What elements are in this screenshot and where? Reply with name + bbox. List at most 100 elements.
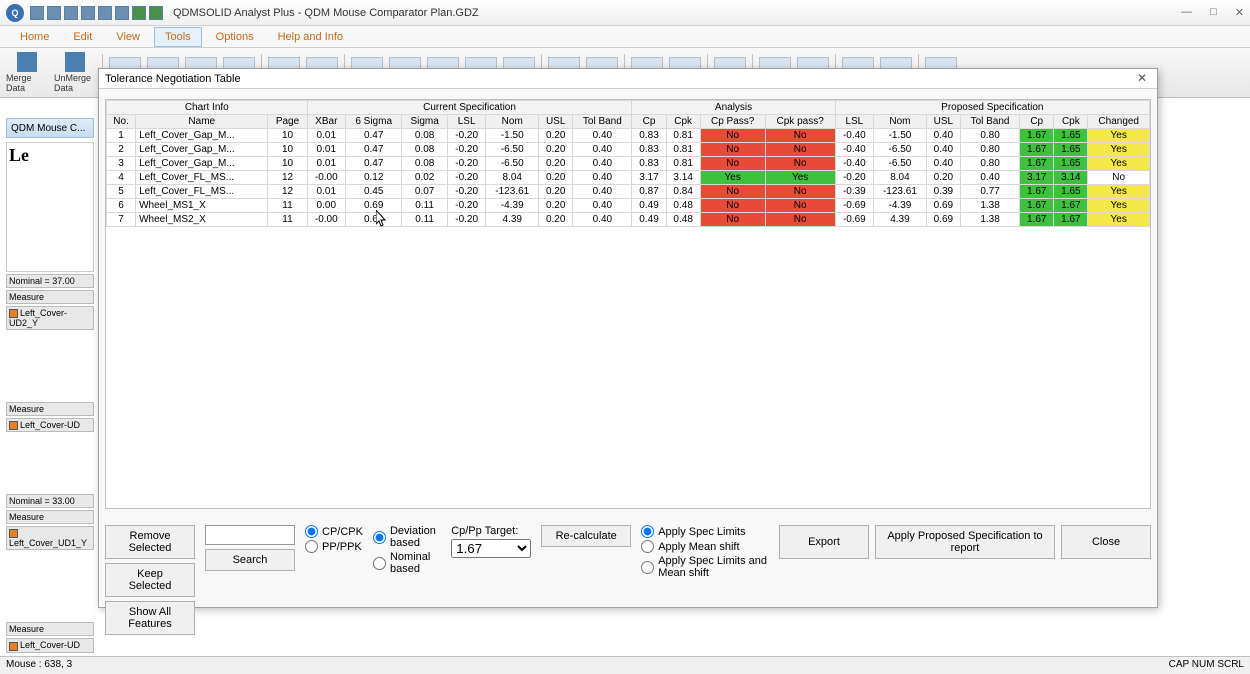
qat-back-icon[interactable] xyxy=(132,6,146,20)
qat-forward-icon[interactable] xyxy=(149,6,163,20)
column-header[interactable]: Name xyxy=(136,115,268,129)
feature-item[interactable]: Left_Cover-UD xyxy=(6,418,94,432)
column-header[interactable]: Page xyxy=(268,115,307,129)
table-row[interactable]: 4Left_Cover_FL_MS...12-0.000.120.02-0.20… xyxy=(107,171,1150,185)
close-icon[interactable]: ✕ xyxy=(1235,6,1244,19)
table-row[interactable]: 2Left_Cover_Gap_M...100.010.470.08-0.20-… xyxy=(107,143,1150,157)
qat-new-icon[interactable] xyxy=(30,6,44,20)
qat-icon[interactable] xyxy=(98,6,112,20)
table-cell: 0.40 xyxy=(960,171,1019,185)
column-header[interactable]: Cp xyxy=(1020,115,1054,129)
qat-icon[interactable] xyxy=(115,6,129,20)
table-cell: 0.20 xyxy=(539,129,573,143)
close-button[interactable]: Close xyxy=(1061,525,1151,559)
cp-target-select[interactable]: 1.67 xyxy=(451,539,531,558)
deviation-based-radio[interactable]: Deviation based xyxy=(373,525,441,549)
column-header[interactable]: Nom xyxy=(486,115,539,129)
menu-view[interactable]: View xyxy=(106,28,150,46)
column-header[interactable]: Nom xyxy=(874,115,927,129)
table-cell: -0.20 xyxy=(447,199,485,213)
feature-item[interactable]: Left_Cover_UD1_Y xyxy=(6,526,94,550)
qat-icon[interactable] xyxy=(81,6,95,20)
column-header[interactable]: Cp Pass? xyxy=(700,115,765,129)
table-cell: 0.40 xyxy=(926,143,960,157)
column-header[interactable]: Changed xyxy=(1088,115,1150,129)
table-cell: No xyxy=(1088,171,1150,185)
dialog-close-icon[interactable]: ✕ xyxy=(1133,71,1151,87)
feature-item[interactable]: Left_Cover-UD2_Y xyxy=(6,306,94,330)
export-button[interactable]: Export xyxy=(779,525,869,559)
column-header[interactable]: 6 Sigma xyxy=(346,115,402,129)
measure-label: Measure xyxy=(6,510,94,524)
column-header[interactable]: No. xyxy=(107,115,136,129)
table-cell: 0.40 xyxy=(573,129,632,143)
keep-selected-button[interactable]: Keep Selected xyxy=(105,563,195,597)
merge-data-button[interactable]: Merge Data xyxy=(6,52,48,94)
apply-mean-shift-radio[interactable]: Apply Mean shift xyxy=(641,540,769,553)
qat-save-icon[interactable] xyxy=(64,6,78,20)
minimize-icon[interactable]: — xyxy=(1181,6,1192,19)
column-header[interactable]: USL xyxy=(539,115,573,129)
apply-proposed-button[interactable]: Apply Proposed Specification to report xyxy=(875,525,1055,559)
show-all-features-button[interactable]: Show All Features xyxy=(105,601,195,635)
menu-edit[interactable]: Edit xyxy=(63,28,102,46)
table-row[interactable]: 6Wheel_MS1_X110.000.690.11-0.20-4.390.20… xyxy=(107,199,1150,213)
table-container[interactable]: Chart Info Current Specification Analysi… xyxy=(105,99,1151,509)
column-header[interactable]: USL xyxy=(926,115,960,129)
column-header[interactable]: Sigma xyxy=(402,115,448,129)
unmerge-data-button[interactable]: UnMerge Data xyxy=(54,52,96,94)
table-cell: 0.69 xyxy=(346,213,402,227)
menu-options[interactable]: Options xyxy=(206,28,264,46)
group-proposed-spec: Proposed Specification xyxy=(835,101,1149,115)
column-header[interactable]: XBar xyxy=(307,115,345,129)
table-cell: 3.14 xyxy=(1054,171,1088,185)
feature-item[interactable]: Left_Cover-UD xyxy=(6,638,94,652)
table-cell: Yes xyxy=(765,171,835,185)
table-row[interactable]: 5Left_Cover_FL_MS...120.010.450.07-0.20-… xyxy=(107,185,1150,199)
column-header[interactable]: Cp xyxy=(632,115,666,129)
column-header[interactable]: Tol Band xyxy=(960,115,1019,129)
maximize-icon[interactable]: □ xyxy=(1210,6,1217,19)
table-cell: 0.81 xyxy=(666,129,700,143)
table-cell: 0.00 xyxy=(307,199,345,213)
table-cell: -4.39 xyxy=(874,199,927,213)
column-header[interactable]: Cpk xyxy=(666,115,700,129)
qat-open-icon[interactable] xyxy=(47,6,61,20)
apply-spec-limits-radio[interactable]: Apply Spec Limits xyxy=(641,525,769,538)
search-input[interactable] xyxy=(205,525,295,545)
table-cell: No xyxy=(765,199,835,213)
nominal-based-radio[interactable]: Nominal based xyxy=(373,551,441,575)
column-header[interactable]: Tol Band xyxy=(573,115,632,129)
recalculate-button[interactable]: Re-calculate xyxy=(541,525,631,547)
menu-home[interactable]: Home xyxy=(10,28,59,46)
table-cell: 0.40 xyxy=(926,129,960,143)
table-cell: 0.40 xyxy=(573,213,632,227)
cpcpk-radio[interactable]: CP/CPK xyxy=(305,525,363,538)
table-cell: 10 xyxy=(268,143,307,157)
column-header[interactable]: LSL xyxy=(447,115,485,129)
table-row[interactable]: 1Left_Cover_Gap_M...100.010.470.08-0.20-… xyxy=(107,129,1150,143)
table-cell: 12 xyxy=(268,171,307,185)
document-tab[interactable]: QDM Mouse C... xyxy=(6,118,94,138)
table-cell: -0.20 xyxy=(447,171,485,185)
table-cell: Left_Cover_Gap_M... xyxy=(136,143,268,157)
apply-both-radio[interactable]: Apply Spec Limits and Mean shift xyxy=(641,555,769,579)
column-header[interactable]: LSL xyxy=(835,115,873,129)
table-cell: -123.61 xyxy=(486,185,539,199)
table-cell: No xyxy=(765,185,835,199)
ppppk-radio[interactable]: PP/PPK xyxy=(305,540,363,553)
column-header[interactable]: Cpk pass? xyxy=(765,115,835,129)
table-row[interactable]: 7Wheel_MS2_X11-0.000.690.11-0.204.390.20… xyxy=(107,213,1150,227)
search-button[interactable]: Search xyxy=(205,549,295,571)
table-row[interactable]: 3Left_Cover_Gap_M...100.010.470.08-0.20-… xyxy=(107,157,1150,171)
remove-selected-button[interactable]: Remove Selected xyxy=(105,525,195,559)
menu-help[interactable]: Help and Info xyxy=(268,28,353,46)
column-header[interactable]: Cpk xyxy=(1054,115,1088,129)
menu-tools[interactable]: Tools xyxy=(154,27,202,47)
nominal-label: Nominal = 37.00 xyxy=(6,274,94,288)
table-cell: 6 xyxy=(107,199,136,213)
table-cell: 0.83 xyxy=(632,143,666,157)
table-cell: Yes xyxy=(1088,143,1150,157)
page-preview: Le xyxy=(6,142,94,272)
table-cell: 0.40 xyxy=(926,157,960,171)
